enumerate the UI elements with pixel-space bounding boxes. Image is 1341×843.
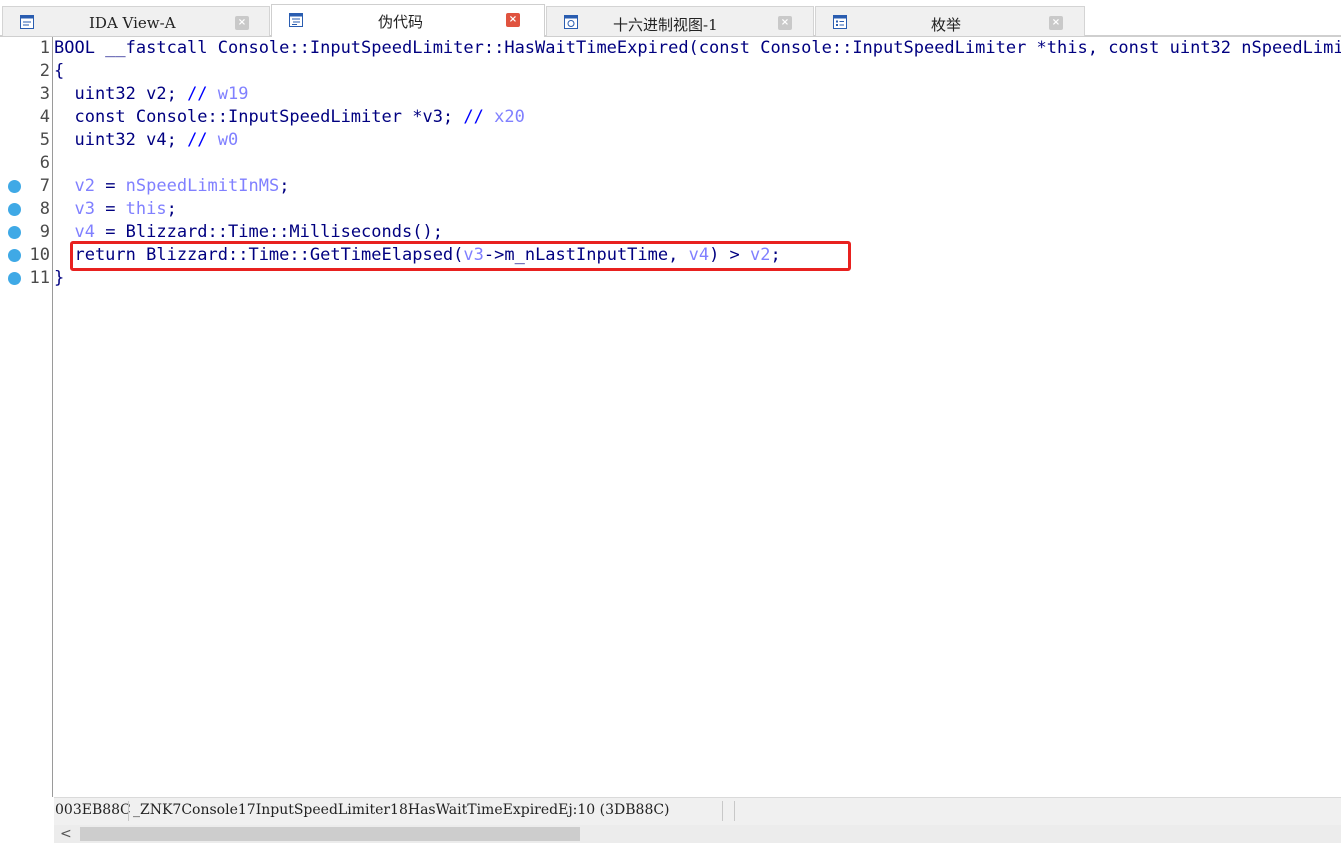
code-text: ; [166, 199, 177, 219]
code-line-1[interactable]: BOOL __fastcall Console::InputSpeedLimit… [54, 37, 1341, 60]
line-number: 7 [39, 176, 50, 196]
variable[interactable]: nSpeedLimitInMS [126, 176, 280, 196]
comment-register: w19 [217, 84, 249, 104]
variable[interactable]: this [126, 199, 167, 219]
close-icon[interactable]: × [1049, 16, 1063, 30]
status-location: _ZNK7Console17InputSpeedLimiter18HasWait… [133, 802, 670, 818]
code-line-7[interactable]: v2 = nSpeedLimitInMS; [54, 175, 1341, 198]
line-number: 2 [39, 61, 50, 81]
pseudocode-editor[interactable]: BOOL __fastcall Console::InputSpeedLimit… [54, 37, 1341, 797]
line-number: 5 [39, 130, 50, 150]
code-line-6[interactable] [54, 152, 1341, 175]
line-number: 9 [39, 222, 50, 242]
tab-ida-view-a[interactable]: IDA View-A × [2, 6, 270, 36]
gutter-line[interactable]: 4 [0, 106, 52, 129]
line-number: 10 [29, 245, 50, 265]
code-text: = [94, 176, 126, 196]
code-text: = Blizzard::Time::Milliseconds(); [94, 222, 443, 242]
breakpoint-dot-icon[interactable] [8, 272, 21, 285]
close-icon[interactable]: × [778, 16, 792, 30]
status-bar: 003EB88C _ZNK7Console17InputSpeedLimiter… [54, 797, 1341, 825]
code-text: uint32 v4; [54, 130, 188, 150]
gutter-line[interactable]: 1 [0, 37, 52, 60]
scroll-left-icon[interactable]: < [60, 826, 72, 842]
gutter-line[interactable]: 8 [0, 198, 52, 221]
line-number: 3 [39, 84, 50, 104]
comment-register: x20 [494, 107, 525, 127]
code-line-5[interactable]: uint32 v4; // w0 [54, 129, 1341, 152]
tab-enums[interactable]: 枚举 × [815, 6, 1085, 36]
tab-pseudocode[interactable]: 伪代码 × [271, 4, 545, 37]
status-address: 003EB88C [55, 802, 131, 818]
line-number: 4 [39, 107, 50, 127]
comment: // [463, 107, 495, 127]
code-text: ; [279, 176, 290, 196]
code-text: const Console::InputSpeedLimiter *v3; [54, 107, 464, 127]
breakpoint-dot-icon[interactable] [8, 203, 21, 216]
breakpoint-dot-icon[interactable] [8, 226, 21, 239]
code-line-2[interactable]: { [54, 60, 1341, 83]
tab-bar: IDA View-A × 伪代码 × 十六进制视图-1 × 枚举 × [0, 0, 1341, 37]
tab-label: 十六进制视图-1 [613, 16, 718, 34]
variable[interactable]: v2 [54, 176, 94, 196]
gutter-line[interactable]: 5 [0, 129, 52, 152]
gutter-line[interactable]: 6 [0, 152, 52, 175]
enums-view-icon [832, 14, 848, 30]
code-text: uint32 v2; [54, 84, 188, 104]
scrollbar-thumb[interactable] [80, 827, 580, 841]
status-separator [722, 801, 723, 821]
horizontal-scrollbar[interactable]: < [54, 825, 1341, 843]
code-text: } [54, 268, 65, 288]
gutter-line[interactable]: 3 [0, 83, 52, 106]
breakpoint-dot-icon[interactable] [8, 180, 21, 193]
variable[interactable]: v4 [54, 222, 94, 242]
disassembly-view-icon [19, 14, 35, 30]
line-number-gutter[interactable]: 1 2 3 4 5 6 7 8 9 10 11 [0, 37, 53, 797]
comment: // [187, 130, 218, 150]
gutter-line[interactable]: 7 [0, 175, 52, 198]
highlight-annotation-box [70, 241, 851, 271]
gutter-line[interactable]: 10 [0, 244, 52, 267]
line-number: 8 [39, 199, 50, 219]
comment-register: w0 [217, 130, 239, 150]
gutter-line[interactable]: 2 [0, 60, 52, 83]
tab-label: 枚举 [931, 16, 962, 34]
code-line-4[interactable]: const Console::InputSpeedLimiter *v3; //… [54, 106, 1341, 129]
code-line-3[interactable]: uint32 v2; // w19 [54, 83, 1341, 106]
line-number: 6 [39, 153, 50, 173]
tab-label: IDA View-A [89, 14, 176, 32]
breakpoint-dot-icon[interactable] [8, 249, 21, 262]
code-text: = [94, 199, 126, 219]
status-separator [734, 801, 735, 821]
tab-hex-view[interactable]: 十六进制视图-1 × [546, 6, 814, 36]
gutter-line[interactable]: 9 [0, 221, 52, 244]
close-icon[interactable]: × [506, 13, 520, 27]
hex-view-icon [563, 14, 579, 30]
variable[interactable]: v3 [54, 199, 94, 219]
gutter-line[interactable]: 11 [0, 267, 52, 290]
tab-label: 伪代码 [378, 13, 424, 31]
code-line-8[interactable]: v3 = this; [54, 198, 1341, 221]
code-text: BOOL __fastcall Console::InputSpeedLimit… [54, 38, 1341, 58]
line-number: 11 [29, 268, 50, 288]
line-number: 1 [39, 38, 50, 58]
comment: // [187, 84, 218, 104]
close-icon[interactable]: × [235, 16, 249, 30]
pseudocode-view-icon [288, 12, 304, 28]
code-text: { [54, 61, 65, 81]
status-separator [128, 801, 129, 821]
